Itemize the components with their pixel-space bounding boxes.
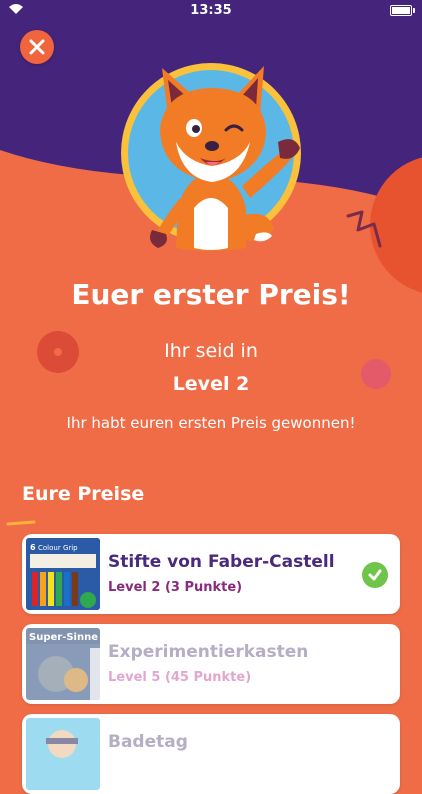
status-time: 13:35: [190, 3, 232, 18]
page-title: Euer erster Preis!: [71, 278, 351, 311]
prize-card[interactable]: 6 Colour Grip Stifte von Faber-Castell L…: [22, 534, 400, 614]
thumb-text: Colour Grip: [38, 544, 78, 552]
prize-level: Level 5 (45 Punkte): [108, 670, 252, 685]
prize-card[interactable]: Badetag: [22, 714, 400, 794]
prize-thumbnail-bath: [26, 718, 100, 790]
level-text: Level 2: [172, 373, 250, 395]
close-button[interactable]: [20, 30, 54, 64]
battery-icon: [390, 5, 415, 16]
close-icon: [29, 39, 45, 55]
thumb-text: Super-Sinne: [29, 632, 98, 643]
prizes-section-title: Eure Preise: [22, 483, 145, 505]
prize-name: Badetag: [108, 732, 188, 752]
decoration-stroke: [6, 520, 36, 526]
experiment-kit-image: Super-Sinne: [26, 628, 100, 700]
decoration-zigzag: [346, 210, 382, 248]
prize-thumbnail-pencils: 6 Colour Grip: [26, 538, 100, 610]
swimming-image: [26, 718, 100, 790]
congrats-message: Ihr habt euren ersten Preis gewonnen!: [66, 414, 356, 432]
prize-name: Experimentierkasten: [108, 642, 309, 662]
prize-thumbnail-experiment: Super-Sinne: [26, 628, 100, 700]
level-intro-text: Ihr seid in: [164, 340, 258, 362]
status-bar: 13:35: [0, 0, 422, 22]
checkmark-icon: [362, 562, 388, 588]
prize-level: Level 2 (3 Punkte): [108, 580, 243, 595]
svg-text:6: 6: [30, 543, 36, 552]
fox-mascot-icon: [121, 63, 301, 251]
prize-name: Stifte von Faber-Castell: [108, 552, 335, 572]
pencils-image: 6 Colour Grip: [26, 538, 100, 610]
prize-card[interactable]: Super-Sinne Experimentierkasten Level 5 …: [22, 624, 400, 704]
